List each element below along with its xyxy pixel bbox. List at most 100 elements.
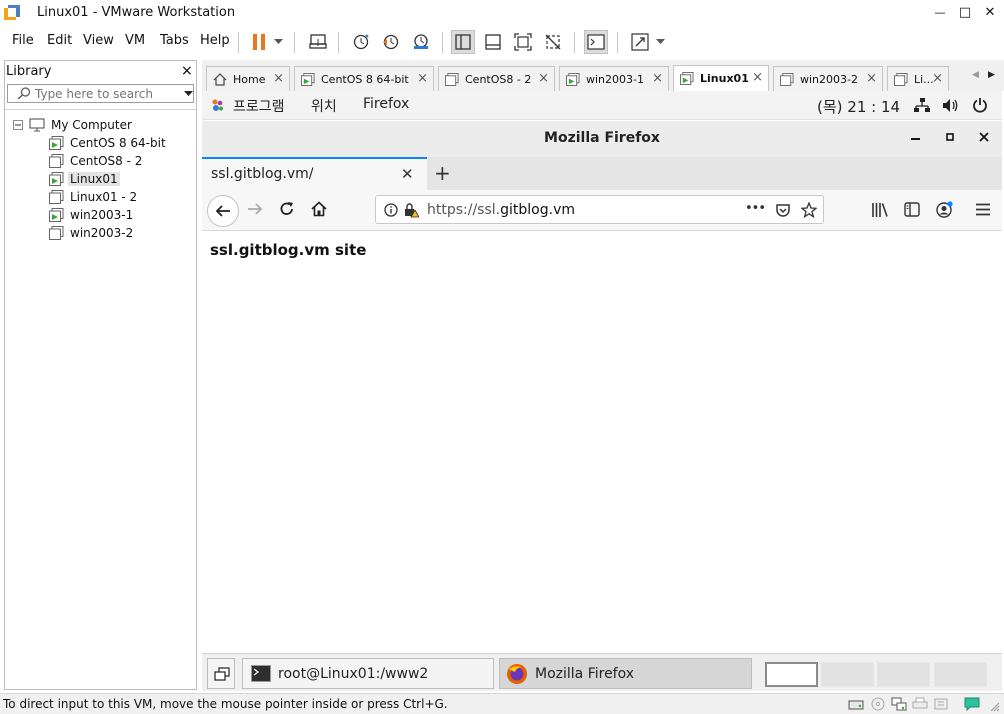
show-desktop-button[interactable] [207, 658, 235, 689]
taskbar-item-firefox[interactable]: Mozilla Firefox [499, 658, 752, 689]
workspace-1[interactable] [765, 662, 818, 687]
url-bar[interactable]: https://ssl.gitblog.vm ••• [375, 195, 824, 224]
firefox-tab[interactable]: ssl.gitblog.vm/ ✕ [202, 157, 427, 190]
firefox-close-icon[interactable] [979, 132, 989, 142]
info-icon[interactable] [384, 203, 398, 217]
tab-close-icon[interactable]: × [652, 71, 663, 86]
reload-icon [280, 202, 293, 215]
show-library-icon[interactable] [451, 30, 475, 54]
menu-file[interactable]: File [12, 33, 34, 48]
gnome-menu-applications[interactable]: 프로그램 [233, 96, 285, 116]
tab-scroll-left-icon[interactable]: ◀ [972, 70, 979, 80]
tab-close-icon[interactable]: × [538, 71, 549, 86]
revert-snapshot-icon[interactable] [379, 30, 403, 54]
tab-close-icon[interactable]: × [932, 71, 943, 86]
power-icon[interactable] [972, 97, 988, 113]
console-view-icon[interactable] [584, 30, 608, 54]
gnome-menu-places[interactable]: 위치 [311, 96, 337, 116]
new-tab-button[interactable]: + [434, 161, 451, 185]
url-text[interactable]: https://ssl.gitblog.vm [427, 202, 575, 218]
printer-icon[interactable] [912, 697, 928, 711]
firefox-maximize-icon[interactable] [946, 133, 954, 141]
network-icon[interactable] [914, 98, 930, 113]
unity-icon[interactable] [541, 30, 565, 54]
gnome-menu-firefox[interactable]: Firefox [363, 96, 409, 112]
menu-tabs[interactable]: Tabs [160, 33, 189, 48]
page-actions-menu-icon[interactable]: ••• [745, 201, 766, 216]
stretch-guest-icon[interactable] [628, 30, 652, 54]
collapse-icon[interactable] [13, 120, 23, 130]
menu-help[interactable]: Help [200, 33, 230, 48]
tab-centos8-2[interactable]: CentOS8 - 2 × [438, 66, 555, 91]
menu-view[interactable]: View [83, 33, 114, 48]
menu-edit[interactable]: Edit [47, 33, 72, 48]
tab-home[interactable]: Home × [206, 66, 290, 91]
hard-disk-icon[interactable] [848, 697, 864, 711]
workspace-2[interactable] [821, 662, 874, 687]
send-ctrl-alt-del-icon[interactable] [306, 30, 330, 54]
snapshot-icon[interactable] [349, 30, 373, 54]
tab-win2003-1[interactable]: win2003-1 × [559, 66, 669, 91]
tree-item-win2003-1[interactable]: win2003-1 [49, 206, 135, 224]
vm-icon [49, 226, 64, 240]
tree-item-centos8-2[interactable]: CentOS8 - 2 [49, 152, 144, 170]
gnome-clock[interactable]: (목) 21 : 14 [817, 96, 900, 117]
back-button[interactable] [207, 195, 239, 227]
dropdown-arrow-icon[interactable] [652, 30, 668, 54]
firefox-tab-close-icon[interactable]: ✕ [401, 165, 414, 183]
dropdown-arrow-icon[interactable] [269, 30, 287, 54]
tab-label: win2003-1 [586, 72, 644, 86]
workspace-3[interactable] [877, 662, 930, 687]
tree-item-win2003-2[interactable]: win2003-2 [49, 224, 135, 242]
full-screen-icon[interactable] [511, 30, 535, 54]
reload-button[interactable] [279, 201, 295, 217]
thumbnail-bar-icon[interactable] [481, 30, 505, 54]
chevron-down-icon[interactable] [184, 91, 193, 97]
insecure-lock-icon[interactable] [403, 202, 419, 218]
tree-item-label: Linux01 - 2 [70, 190, 138, 204]
back-arrow-icon [215, 205, 230, 217]
menu-vm[interactable]: VM [125, 33, 145, 48]
tab-centos-8-64bit[interactable]: CentOS 8 64-bit × [294, 66, 434, 91]
guest-display[interactable]: 프로그램 위치 Firefox (목) 21 : 14 Mozilla Fire… [202, 91, 1002, 691]
pocket-icon[interactable] [775, 202, 791, 218]
home-button[interactable] [311, 201, 327, 217]
firefox-minimize-icon[interactable] [911, 138, 920, 141]
tab-close-icon[interactable]: × [752, 70, 763, 85]
sound-card-icon[interactable] [933, 697, 949, 711]
tab-linux01-2[interactable]: Li... × [887, 66, 949, 91]
workspace-4[interactable] [934, 662, 987, 687]
tab-close-icon[interactable]: × [417, 71, 428, 86]
sidebar-icon[interactable] [904, 202, 920, 217]
pause-icon[interactable] [247, 30, 271, 54]
library-search[interactable] [7, 84, 194, 103]
bookmark-star-icon[interactable] [801, 202, 817, 218]
volume-icon[interactable] [942, 98, 959, 113]
gnome-foot-icon [212, 99, 223, 111]
tree-item-centos-8-64bit[interactable]: CentOS 8 64-bit [49, 134, 168, 152]
resize-grip-icon[interactable] [990, 702, 1000, 712]
tree-item-linux01-2[interactable]: Linux01 - 2 [49, 188, 139, 206]
account-icon[interactable] [936, 201, 953, 218]
vm-icon [49, 154, 64, 168]
vm-running-icon [49, 208, 64, 222]
tab-close-icon[interactable]: × [866, 71, 877, 86]
tab-win2003-2[interactable]: win2003-2 × [773, 66, 883, 91]
tab-scroll-right-icon[interactable]: ▶ [988, 70, 995, 80]
close-button[interactable]: ✕ [975, 0, 1004, 24]
message-log-icon[interactable] [964, 697, 980, 711]
forward-button[interactable] [247, 202, 263, 216]
hamburger-menu-icon[interactable] [976, 203, 990, 216]
tree-item-linux01[interactable]: Linux01 [49, 170, 120, 188]
snapshot-manager-icon[interactable] [409, 30, 433, 54]
tree-root-my-computer[interactable]: My Computer [13, 116, 134, 134]
search-input[interactable] [35, 86, 175, 101]
network-adapter-icon[interactable] [891, 697, 907, 711]
cd-dvd-icon[interactable] [870, 697, 886, 711]
library-close-button[interactable]: × [181, 63, 193, 79]
tab-linux01[interactable]: Linux01 × [673, 65, 769, 91]
library-icon[interactable] [871, 202, 889, 218]
taskbar-item-terminal[interactable]: root@Linux01:/www2 [242, 658, 494, 689]
tab-close-icon[interactable]: × [273, 71, 284, 86]
taskbar-item-label: root@Linux01:/www2 [278, 665, 429, 682]
